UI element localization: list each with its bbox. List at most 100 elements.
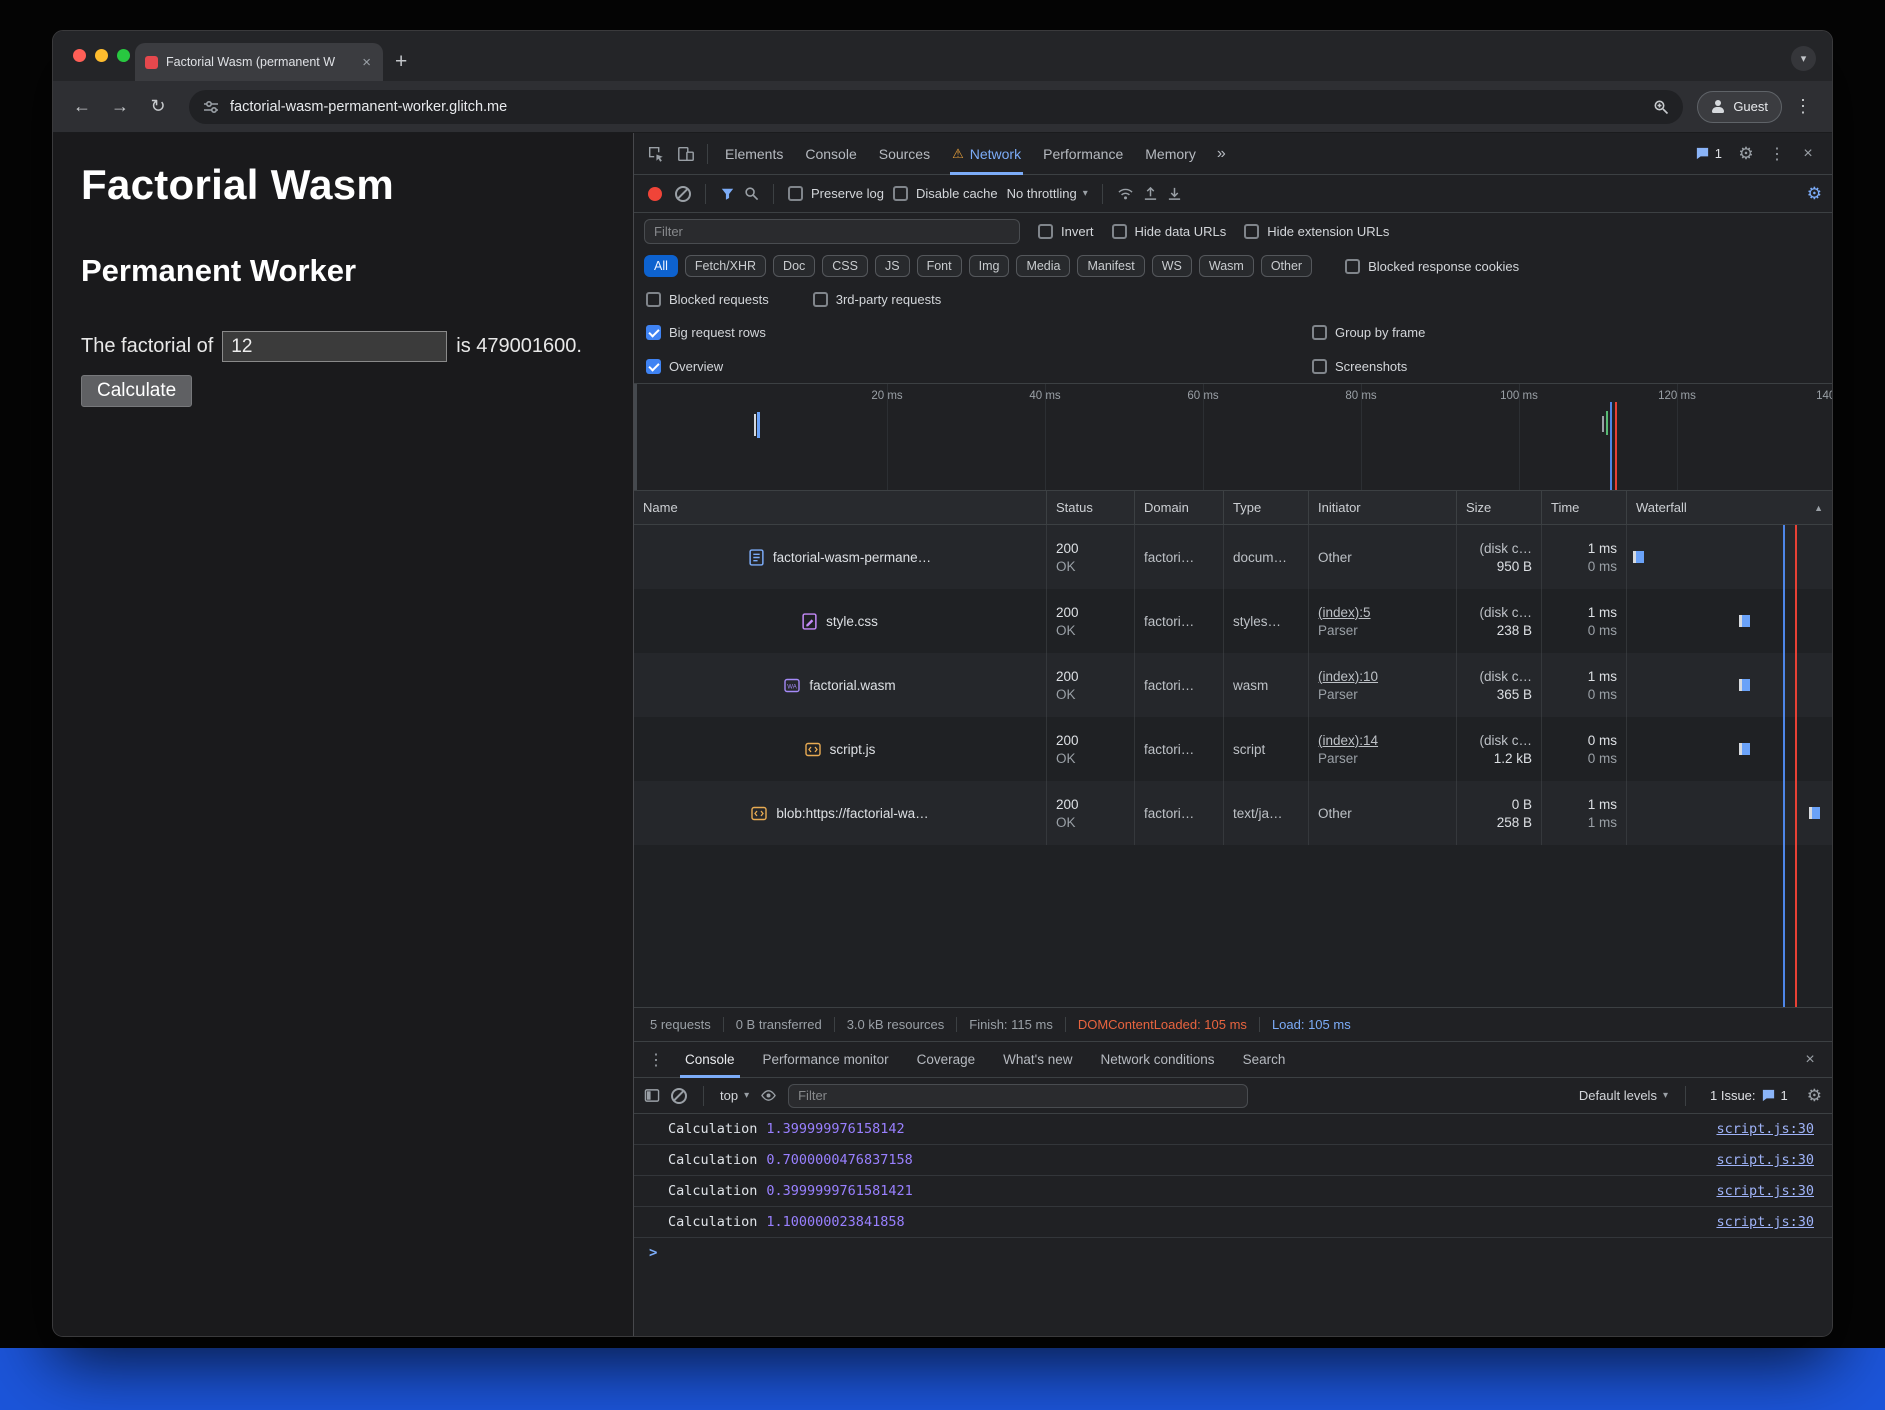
drawer-tab-console[interactable]: Console <box>672 1042 748 1078</box>
initiator-link[interactable]: (index):10 <box>1318 669 1447 684</box>
device-toolbar-icon[interactable] <box>672 140 700 168</box>
column-header-initiator[interactable]: Initiator <box>1309 491 1457 524</box>
column-header-status[interactable]: Status <box>1047 491 1135 524</box>
initiator-link[interactable]: (index):5 <box>1318 605 1447 620</box>
tab-performance[interactable]: Performance <box>1033 133 1133 175</box>
drawer-tab-performance-monitor[interactable]: Performance monitor <box>750 1042 902 1078</box>
chip-ws[interactable]: WS <box>1152 255 1192 277</box>
source-link[interactable]: script.js:30 <box>1716 1121 1814 1137</box>
chip-doc[interactable]: Doc <box>773 255 815 277</box>
preserve-log-checkbox[interactable]: Preserve log <box>788 186 884 201</box>
forward-button[interactable]: → <box>103 90 137 124</box>
network-request-row[interactable]: WA factorial.wasm 200 OK factori… wasm (… <box>634 653 1832 717</box>
source-link[interactable]: script.js:30 <box>1716 1214 1814 1230</box>
tab-memory[interactable]: Memory <box>1135 133 1206 175</box>
hide-extension-urls-checkbox[interactable]: Hide extension URLs <box>1244 224 1389 239</box>
fullscreen-window-button[interactable] <box>117 49 130 62</box>
chip-font[interactable]: Font <box>917 255 962 277</box>
overview-checkbox[interactable]: Overview <box>646 359 1312 374</box>
group-by-frame-checkbox[interactable]: Group by frame <box>1312 325 1820 340</box>
initiator-link[interactable]: (index):14 <box>1318 733 1447 748</box>
inspect-element-icon[interactable] <box>642 140 670 168</box>
network-overview-timeline[interactable]: 20 ms 40 ms 60 ms 80 ms 100 ms 120 ms 14… <box>634 383 1832 491</box>
network-request-row[interactable]: factorial-wasm-permane… 200 OK factori… … <box>634 525 1832 589</box>
tab-elements[interactable]: Elements <box>715 133 793 175</box>
column-header-name[interactable]: Name <box>634 491 1047 524</box>
chip-manifest[interactable]: Manifest <box>1077 255 1144 277</box>
devtools-menu-icon[interactable]: ⋮ <box>1763 140 1791 168</box>
column-header-size[interactable]: Size <box>1457 491 1542 524</box>
export-har-icon[interactable] <box>1167 186 1182 201</box>
drawer-menu-icon[interactable]: ⋮ <box>642 1046 670 1074</box>
chip-js[interactable]: JS <box>875 255 910 277</box>
source-link[interactable]: script.js:30 <box>1716 1183 1814 1199</box>
site-info-icon[interactable] <box>203 99 219 115</box>
close-window-button[interactable] <box>73 49 86 62</box>
search-icon[interactable] <box>744 186 759 201</box>
filter-toggle-icon[interactable] <box>720 187 735 201</box>
console-prompt[interactable]: > <box>634 1238 1832 1268</box>
disable-cache-checkbox[interactable]: Disable cache <box>893 186 998 201</box>
import-har-icon[interactable] <box>1143 186 1158 201</box>
issues-counter[interactable]: 1 <box>1688 146 1729 161</box>
drawer-tab-network-conditions[interactable]: Network conditions <box>1088 1042 1228 1078</box>
column-header-domain[interactable]: Domain <box>1135 491 1224 524</box>
source-link[interactable]: script.js:30 <box>1716 1152 1814 1168</box>
back-button[interactable]: ← <box>65 90 99 124</box>
console-issues-counter[interactable]: 1 Issue: 1 <box>1703 1088 1795 1103</box>
drawer-tab-search[interactable]: Search <box>1230 1042 1299 1078</box>
devtools-close-icon[interactable]: × <box>1794 140 1822 168</box>
hide-data-urls-checkbox[interactable]: Hide data URLs <box>1112 224 1227 239</box>
screenshots-checkbox[interactable]: Screenshots <box>1312 359 1820 374</box>
console-filter-input[interactable] <box>788 1084 1248 1108</box>
tab-console[interactable]: Console <box>795 133 866 175</box>
console-context-selector[interactable]: top ▾ <box>720 1088 749 1103</box>
console-settings-icon[interactable]: ⚙ <box>1807 1087 1822 1104</box>
network-request-row[interactable]: blob:https://factorial-wa… 200 OK factor… <box>634 781 1832 845</box>
big-request-rows-checkbox[interactable]: Big request rows <box>646 325 1312 340</box>
eye-icon[interactable] <box>760 1088 777 1103</box>
chip-wasm[interactable]: Wasm <box>1199 255 1254 277</box>
devtools-settings-icon[interactable]: ⚙ <box>1732 140 1760 168</box>
zoom-icon[interactable] <box>1653 99 1669 115</box>
factorial-input[interactable] <box>222 331 447 362</box>
browser-tab[interactable]: Factorial Wasm (permanent W × <box>135 43 383 81</box>
network-conditions-icon[interactable] <box>1117 186 1134 201</box>
tab-close-icon[interactable]: × <box>360 55 373 70</box>
network-request-row[interactable]: style.css 200 OK factori… styles… (index… <box>634 589 1832 653</box>
more-tabs-icon[interactable]: » <box>1208 145 1235 163</box>
tab-network[interactable]: ⚠ Network <box>942 133 1031 175</box>
blocked-response-cookies-checkbox[interactable]: Blocked response cookies <box>1345 259 1519 274</box>
default-levels-dropdown[interactable]: Default levels ▾ <box>1579 1088 1668 1103</box>
minimize-window-button[interactable] <box>95 49 108 62</box>
record-network-log-button[interactable] <box>648 187 662 201</box>
console-sidebar-icon[interactable] <box>644 1088 660 1103</box>
timeline-left-handle[interactable] <box>634 384 637 490</box>
calculate-button[interactable]: Calculate <box>81 375 192 407</box>
tab-search-button[interactable]: ▾ <box>1791 46 1816 71</box>
drawer-close-icon[interactable]: × <box>1796 1046 1824 1074</box>
chip-media[interactable]: Media <box>1016 255 1070 277</box>
drawer-tab-coverage[interactable]: Coverage <box>904 1042 989 1078</box>
reload-button[interactable]: ↻ <box>141 90 175 124</box>
chip-fetch-xhr[interactable]: Fetch/XHR <box>685 255 766 277</box>
column-header-type[interactable]: Type <box>1224 491 1309 524</box>
invert-checkbox[interactable]: Invert <box>1038 224 1094 239</box>
clear-console-icon[interactable] <box>671 1088 687 1104</box>
blocked-requests-checkbox[interactable]: Blocked requests <box>646 292 769 307</box>
throttling-dropdown[interactable]: No throttling ▾ <box>1007 186 1088 201</box>
chip-img[interactable]: Img <box>969 255 1010 277</box>
new-tab-button[interactable]: + <box>395 51 407 72</box>
chip-other[interactable]: Other <box>1261 255 1312 277</box>
profile-button[interactable]: Guest <box>1697 91 1782 123</box>
third-party-requests-checkbox[interactable]: 3rd-party requests <box>813 292 942 307</box>
column-header-waterfall[interactable]: Waterfall ▲ <box>1627 491 1832 524</box>
chip-all[interactable]: All <box>644 255 678 277</box>
chip-css[interactable]: CSS <box>822 255 868 277</box>
column-header-time[interactable]: Time <box>1542 491 1627 524</box>
clear-network-log-icon[interactable] <box>675 186 691 202</box>
browser-menu-icon[interactable]: ⋮ <box>1786 90 1820 124</box>
network-settings-icon[interactable]: ⚙ <box>1807 185 1822 202</box>
drawer-tab-whats-new[interactable]: What's new <box>990 1042 1085 1078</box>
network-request-row[interactable]: script.js 200 OK factori… script (index)… <box>634 717 1832 781</box>
